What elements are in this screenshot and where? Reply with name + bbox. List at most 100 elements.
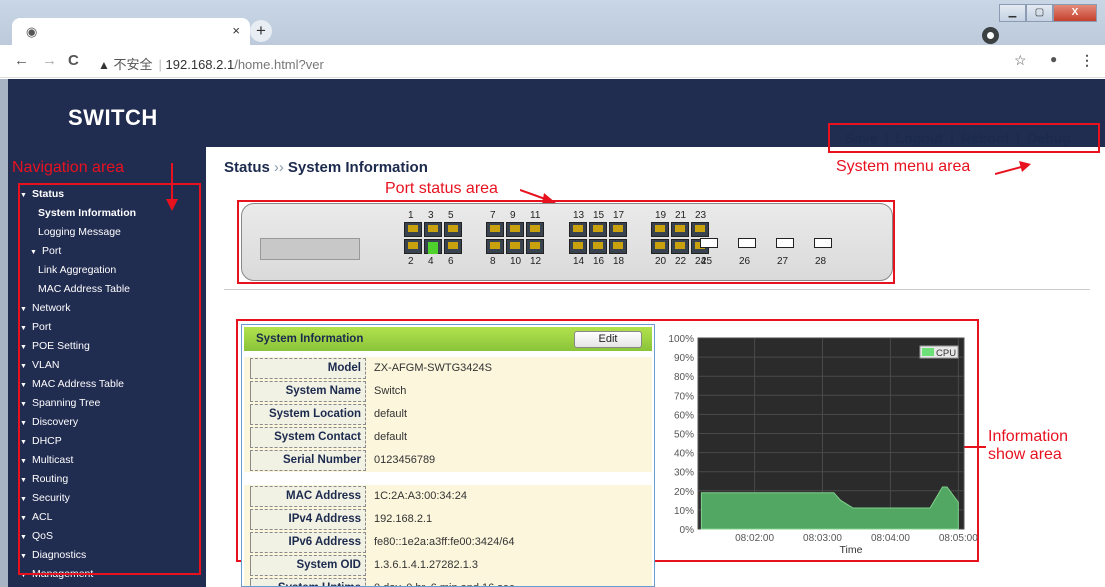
port-number: 1 (408, 210, 414, 221)
browser-tab[interactable]: ◉ × (12, 18, 250, 45)
info-label: IPv4 Address (250, 509, 366, 530)
info-value: fe80::1e2a:a3ff:fe00:3424/64 (374, 536, 515, 548)
info-label: Serial Number (250, 450, 366, 471)
sfp-port[interactable] (738, 238, 756, 248)
port-led (613, 242, 623, 249)
port[interactable] (589, 239, 607, 254)
port-number: 23 (695, 210, 707, 221)
url-host: 192.168.2.1 (165, 57, 235, 72)
port[interactable] (609, 239, 627, 254)
port[interactable] (526, 222, 544, 237)
switch-thumbnail-icon (260, 238, 360, 260)
back-icon[interactable]: ← (14, 52, 29, 69)
info-row: IPv4 Address 192.168.2.1 (244, 508, 652, 531)
page-title: Status ›› System Information (224, 159, 428, 176)
account-icon[interactable]: ● (1050, 52, 1057, 66)
port-number: 7 (490, 210, 496, 221)
port[interactable] (404, 222, 422, 237)
info-label: System Uptime (250, 578, 366, 586)
reload-icon[interactable]: C (68, 52, 79, 69)
port[interactable] (589, 222, 607, 237)
port[interactable] (609, 222, 627, 237)
port[interactable] (486, 239, 504, 254)
port[interactable] (506, 239, 524, 254)
y-tick-label: 10% (674, 506, 694, 517)
port[interactable] (691, 222, 709, 237)
port-number: 16 (593, 256, 605, 267)
port[interactable] (404, 239, 422, 254)
annotation-arrow (166, 163, 178, 211)
port-number: 9 (510, 210, 516, 221)
port-number: 26 (739, 256, 751, 267)
cpu-chart: 0% 10% 20% 30% 40% 50% 60% 70% 80% 90% 100% 08:02:0… (662, 332, 980, 572)
port[interactable] (526, 239, 544, 254)
port[interactable] (444, 239, 462, 254)
info-row: System Contact default (244, 426, 652, 449)
menu-icon[interactable]: ⋮ (1080, 52, 1094, 69)
port-number: 18 (613, 256, 625, 267)
port[interactable] (506, 222, 524, 237)
port-led (613, 225, 623, 232)
sfp-port[interactable] (700, 238, 718, 248)
sfp-port[interactable] (814, 238, 832, 248)
maximize-button[interactable]: ▢ (1026, 4, 1053, 22)
port-number: 19 (655, 210, 667, 221)
close-tab-icon[interactable]: × (232, 23, 240, 38)
port-number: 3 (428, 210, 434, 221)
extension-icon[interactable] (982, 27, 999, 44)
port[interactable] (671, 239, 689, 254)
new-tab-button[interactable]: + (250, 20, 272, 42)
minimize-button[interactable]: ▁ (999, 4, 1026, 22)
port[interactable] (486, 222, 504, 237)
port-active[interactable] (424, 239, 442, 254)
insecure-label: 不安全 (113, 57, 153, 72)
forward-icon[interactable]: → (42, 52, 57, 69)
port[interactable] (651, 239, 669, 254)
info-value: 192.168.2.1 (374, 513, 433, 525)
port-led (593, 242, 603, 249)
navigation-area-outline (18, 183, 201, 575)
port-led (573, 225, 583, 232)
system-information-panel: System Information Edit Model ZX-AFGM-SWT… (241, 324, 655, 587)
port-number: 6 (448, 256, 454, 267)
port-led (593, 225, 603, 232)
warning-icon: ▲ (98, 58, 110, 72)
address-bar: ← → C ▲ 不安全 | 192.168.2.1/home.html?ver ☆… (0, 45, 1105, 78)
info-row: IPv6 Address fe80::1e2a:a3ff:fe00:3424/64 (244, 531, 652, 554)
navigation-area-annotation: Navigation area (12, 159, 125, 176)
window-close-button[interactable]: X (1053, 4, 1097, 22)
y-tick-label: 80% (674, 372, 694, 383)
port-number: 11 (530, 210, 541, 221)
info-value: 0123456789 (374, 454, 436, 466)
globe-icon: ◉ (26, 24, 38, 39)
port[interactable] (569, 222, 587, 237)
url-field[interactable]: ▲ 不安全 | 192.168.2.1/home.html?ver (98, 54, 324, 73)
information-annotation-2: show area (988, 446, 1062, 463)
info-value: default (374, 408, 408, 420)
panel-header: System Information Edit (244, 327, 652, 351)
star-icon[interactable]: ☆ (1014, 52, 1027, 69)
port[interactable] (569, 239, 587, 254)
info-label: System OID (250, 555, 366, 576)
port-status-annotation: Port status area (385, 180, 498, 197)
y-tick-label: 40% (674, 449, 694, 460)
info-row: System Location default (244, 403, 652, 426)
info-value: Switch (374, 385, 407, 397)
info-value: 1C:2A:A3:00:34:24 (374, 490, 467, 502)
web-page: SWITCH Save | Logout | Reboot | Debug ▼ Status … (0, 79, 1105, 587)
sfp-port[interactable] (776, 238, 794, 248)
port[interactable] (671, 222, 689, 237)
edit-button[interactable]: Edit (574, 331, 642, 348)
legend-label: CPU (936, 348, 956, 359)
y-tick-label: 60% (674, 410, 694, 421)
y-tick-label: 90% (674, 353, 694, 364)
port[interactable] (424, 222, 442, 237)
x-tick-label: 08:03:00 (803, 533, 842, 544)
port[interactable] (651, 222, 669, 237)
port-number: 22 (675, 256, 687, 267)
info-label: Model (250, 358, 366, 379)
port[interactable] (444, 222, 462, 237)
x-tick-label: 08:02:00 (735, 533, 774, 544)
legend-swatch (922, 348, 934, 356)
port-number: 20 (655, 256, 667, 267)
